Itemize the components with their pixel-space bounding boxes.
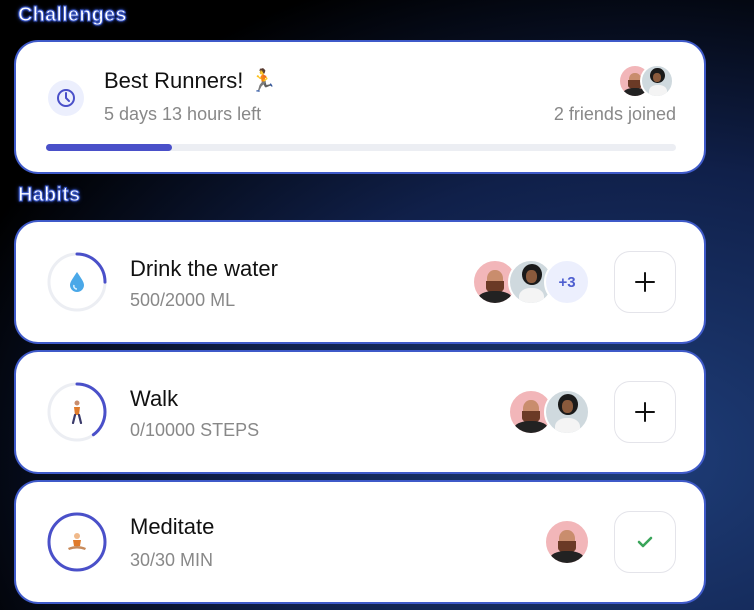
more-friends-badge: +3 xyxy=(544,259,590,305)
habit-title: Walk xyxy=(130,386,179,411)
habit-title: Meditate xyxy=(130,514,215,539)
habits-heading: Habits xyxy=(17,184,81,207)
check-icon xyxy=(637,536,653,548)
friends-joined: 2 friends joined xyxy=(553,104,676,124)
habit-progress-text: 500/2000 ML xyxy=(130,290,236,310)
habit-progress-text: 0/10000 STEPS xyxy=(130,420,260,440)
habit-title: Drink the water xyxy=(130,256,278,281)
challenge-progress-fill xyxy=(46,144,172,151)
clock-icon xyxy=(48,80,84,116)
challenge-progress-track xyxy=(46,144,676,151)
habit-card-meditate[interactable]: Meditate 30/30 MIN xyxy=(16,482,704,602)
challenge-time-left: 5 days 13 hours left xyxy=(104,104,262,124)
habit-card-walk[interactable]: Walk 0/10000 STEPS xyxy=(16,352,704,472)
meditate-complete-button[interactable] xyxy=(614,511,676,573)
plus-icon xyxy=(635,402,655,422)
avatar xyxy=(640,64,674,98)
add-steps-button[interactable] xyxy=(614,381,676,443)
walking-person-icon xyxy=(46,381,108,443)
habit-progress-text: 30/30 MIN xyxy=(130,550,214,570)
water-drop-icon xyxy=(46,251,108,313)
challenges-heading: Challenges xyxy=(18,4,128,27)
habit-card-drink-water[interactable]: Drink the water 500/2000 ML +3 xyxy=(16,222,704,342)
plus-icon xyxy=(635,272,655,292)
add-water-button[interactable] xyxy=(614,251,676,313)
meditation-icon xyxy=(46,511,108,573)
avatar xyxy=(544,519,590,565)
avatar xyxy=(544,389,590,435)
challenge-card[interactable]: Best Runners! 🏃 5 days 13 hours left 2 f… xyxy=(16,42,704,172)
challenge-title: Best Runners! 🏃 xyxy=(104,68,277,93)
